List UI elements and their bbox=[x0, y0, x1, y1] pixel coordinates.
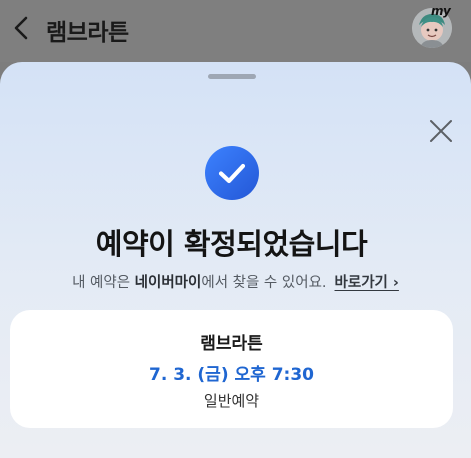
close-icon bbox=[430, 120, 452, 142]
reservation-confirmation-sheet: 예약이 확정되었습니다 내 예약은 네이버마이에서 찾을 수 있어요. 바로가기 … bbox=[0, 62, 471, 458]
check-circle-icon bbox=[205, 146, 259, 200]
drag-handle[interactable] bbox=[208, 74, 256, 79]
hint-service-name: 네이버마이 bbox=[134, 275, 202, 291]
chevron-left-icon bbox=[14, 16, 28, 40]
page-title: 램브라튼 bbox=[46, 20, 129, 46]
reservation-card[interactable]: 램브라튼 7. 3. (금) 오후 7:30 일반예약 bbox=[10, 310, 453, 428]
reservation-venue-name: 램브라튼 bbox=[200, 334, 263, 354]
hint-prefix: 내 예약은 bbox=[72, 275, 135, 291]
back-button[interactable] bbox=[10, 14, 36, 42]
my-badge: my bbox=[431, 4, 451, 18]
confirmation-headline: 예약이 확정되었습니다 bbox=[95, 227, 368, 261]
reservation-type: 일반예약 bbox=[203, 392, 260, 410]
my-reservation-hint: 내 예약은 네이버마이에서 찾을 수 있어요. 바로가기 › bbox=[0, 271, 471, 292]
go-to-my-reservations-link[interactable]: 바로가기 › bbox=[335, 275, 399, 291]
hint-suffix: 에서 찾을 수 있어요. bbox=[201, 275, 327, 291]
close-button[interactable] bbox=[428, 118, 454, 144]
reservation-datetime: 7. 3. (금) 오후 7:30 bbox=[149, 365, 314, 385]
top-app-bar: 램브라튼 my bbox=[0, 0, 471, 62]
